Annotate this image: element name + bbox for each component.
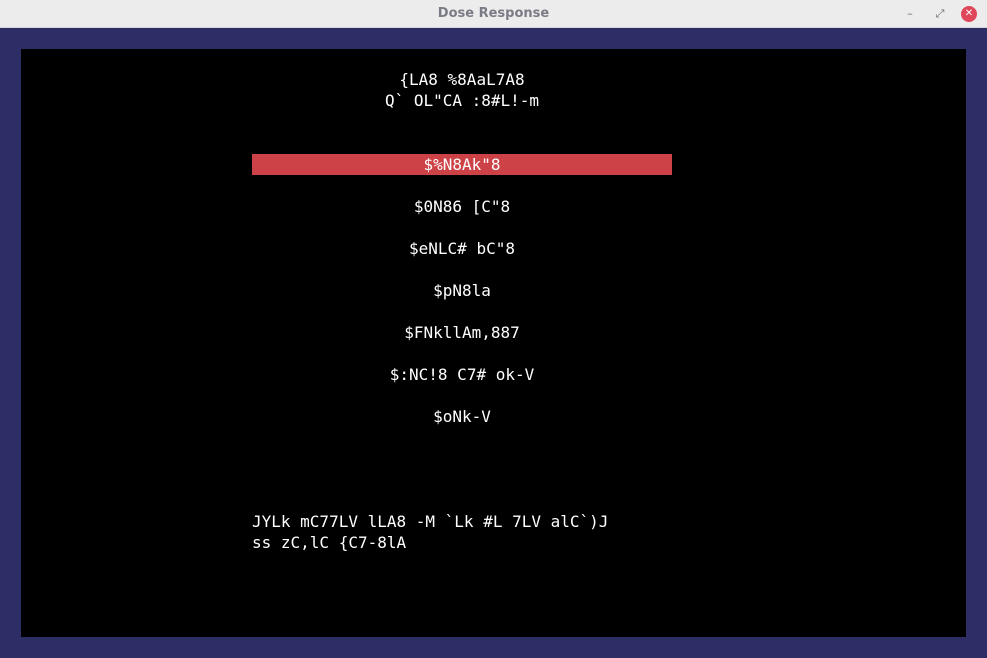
game-title: {LA8 %8AaL7A8 xyxy=(399,70,525,89)
close-icon[interactable]: ✕ xyxy=(961,6,977,22)
window-title: Dose Response xyxy=(437,6,550,21)
menu-item-5[interactable]: $FNkllAm,887 xyxy=(252,322,672,343)
game-subtitle: Q` OL"CA :8#L!-m xyxy=(384,91,540,110)
footer-text-line-2: ss zC,lC {C7-8lA xyxy=(252,533,407,552)
terminal-screen: {LA8 %8AaL7A8 Q` OL"CA :8#L!-m $%N8Ak"8 … xyxy=(21,49,966,637)
menu-item-1[interactable]: $%N8Ak"8 xyxy=(252,154,672,175)
minimize-icon[interactable]: – xyxy=(902,6,918,22)
menu-item-3[interactable]: $eNLC# bC"8 xyxy=(252,238,672,259)
app-window: Dose Response – ⤢ ✕ {LA8 %8AaL7A8 Q` OL"… xyxy=(0,0,987,658)
main-menu: $%N8Ak"8 $0N86 [C"8 $eNLC# bC"8 $pN8la $… xyxy=(252,154,672,426)
menu-item-2[interactable]: $0N86 [C"8 xyxy=(252,196,672,217)
menu-item-4[interactable]: $pN8la xyxy=(252,280,672,301)
footer-text-line-1: JYLk mC77LV lLA8 -M `Lk #L 7LV alC`)J xyxy=(252,512,609,531)
menu-item-7[interactable]: $oNk-V xyxy=(252,406,672,427)
title-bar[interactable]: Dose Response – ⤢ ✕ xyxy=(0,0,987,28)
menu-item-6[interactable]: $:NC!8 C7# ok-V xyxy=(252,364,672,385)
maximize-icon[interactable]: ⤢ xyxy=(932,6,948,22)
